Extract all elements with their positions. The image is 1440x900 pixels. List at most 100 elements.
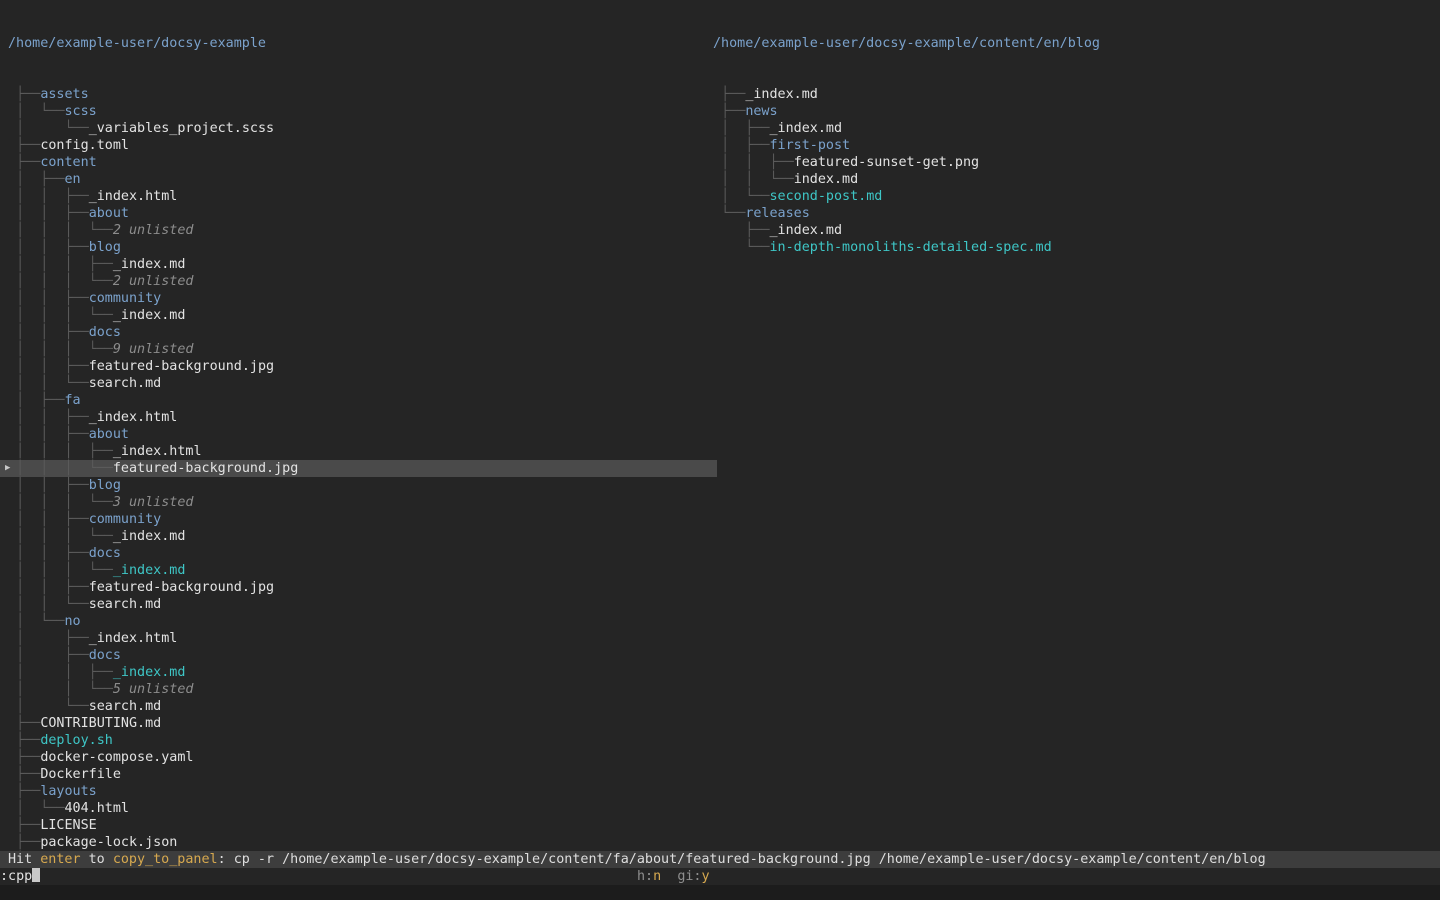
- status-keyword: enter: [40, 852, 80, 867]
- tree-row[interactable]: ├──package-lock.json: [0, 834, 711, 851]
- tree-row[interactable]: ├──LICENSE: [0, 817, 711, 834]
- tree-row[interactable]: ├──config.toml: [0, 137, 711, 154]
- command-input-value: :cpp: [0, 869, 32, 884]
- file-name: _index.md: [770, 121, 843, 136]
- tree-row[interactable]: ├──_index.md: [705, 222, 1440, 239]
- tree-row[interactable]: │ │ ├──_index.html: [0, 188, 711, 205]
- tree-branch-prefix: │ │ │ └──: [0, 529, 113, 544]
- tree-row[interactable]: │ │ ├──blog: [0, 239, 711, 256]
- tree-row[interactable]: ├──assets: [0, 86, 711, 103]
- tree-branch-prefix: │ │ ├──: [0, 240, 89, 255]
- tree-row[interactable]: ├──news: [705, 103, 1440, 120]
- tree-row[interactable]: │ ├──en: [0, 171, 711, 188]
- dir-name: about: [89, 206, 129, 221]
- tree-branch-prefix: │ │ ├──: [0, 189, 89, 204]
- tree-row[interactable]: │ │ │ └──2 unlisted: [0, 222, 711, 239]
- file-name: docker-compose.yaml: [40, 750, 193, 765]
- tree-row[interactable]: │ │ ├──community: [0, 511, 711, 528]
- tree-row[interactable]: │ │ └──search.md: [0, 596, 711, 613]
- tree-row[interactable]: │ └──404.html: [0, 800, 711, 817]
- file-name: package-lock.json: [40, 835, 177, 850]
- tree-row[interactable]: │ │ └──5 unlisted: [0, 681, 711, 698]
- tree-branch-prefix: │ └──: [0, 614, 65, 629]
- tree-row[interactable]: │ │ ├──featured-background.jpg: [0, 579, 711, 596]
- tree-branch-prefix: │ │ │ └──: [0, 223, 113, 238]
- file-name: featured-background.jpg: [113, 461, 298, 476]
- file-name: second-post.md: [770, 189, 883, 204]
- tree-row[interactable]: │ │ ├──docs: [0, 545, 711, 562]
- tree-branch-prefix: ├──: [0, 835, 40, 850]
- tree-row[interactable]: │ └──no: [0, 613, 711, 630]
- tree-row[interactable]: ├──layouts: [0, 783, 711, 800]
- tree-branch-prefix: │ │ │ └──: [0, 308, 113, 323]
- tree-row[interactable]: ├──deploy.sh: [0, 732, 711, 749]
- file-name: _index.md: [770, 223, 843, 238]
- tree-row[interactable]: ├──content: [0, 154, 711, 171]
- tree-row[interactable]: │ │ ├──featured-background.jpg: [0, 358, 711, 375]
- tree-row[interactable]: │ │ │ ├──_index.md: [0, 256, 711, 273]
- file-name: _index.md: [113, 665, 186, 680]
- tree-branch-prefix: │ │ │ └──: [0, 461, 113, 476]
- command-input[interactable]: :cpp: [0, 868, 1440, 885]
- tree-row[interactable]: ├──_index.md: [705, 86, 1440, 103]
- dir-name: blog: [89, 240, 121, 255]
- tree-row[interactable]: │ │ │ └──9 unlisted: [0, 341, 711, 358]
- left-panel-root-path: /home/example-user/docsy-example: [0, 35, 711, 52]
- tree-row[interactable]: │ │ │ └──_index.md: [0, 528, 711, 545]
- tree-row[interactable]: │ ├──fa: [0, 392, 711, 409]
- tree-row[interactable]: ├──CONTRIBUTING.md: [0, 715, 711, 732]
- tree-row[interactable]: │ │ ├──blog: [0, 477, 711, 494]
- file-name: search.md: [89, 699, 162, 714]
- tree-row[interactable]: │ ├──_index.md: [705, 120, 1440, 137]
- tree-row[interactable]: └──in-depth-monoliths-detailed-spec.md: [705, 239, 1440, 256]
- tree-row[interactable]: └──releases: [705, 205, 1440, 222]
- tree-row[interactable]: │ │ │ ├──_index.html: [0, 443, 711, 460]
- tree-row[interactable]: │ │ └──search.md: [0, 375, 711, 392]
- status-bar: Hit enter to copy_to_panel: cp -r /home/…: [0, 851, 1440, 868]
- tree-row[interactable]: │ └──search.md: [0, 698, 711, 715]
- tree-row[interactable]: │ │ │ └──2 unlisted: [0, 273, 711, 290]
- broot-terminal-screen: /home/example-user/docsy-example ├──asse…: [0, 0, 1440, 900]
- tree-branch-prefix: │ ├──: [0, 172, 65, 187]
- tree-row[interactable]: ├──Dockerfile: [0, 766, 711, 783]
- tree-row[interactable]: │ │ │ └──3 unlisted: [0, 494, 711, 511]
- tree-branch-prefix: │ │ ├──: [0, 512, 89, 527]
- tree-row[interactable]: │ ├──docs: [0, 647, 711, 664]
- unlisted-count: 2 unlisted: [113, 274, 194, 289]
- text-cursor: [32, 868, 40, 882]
- tree-branch-prefix: │ ├──: [0, 393, 65, 408]
- tree-row[interactable]: │ └──second-post.md: [705, 188, 1440, 205]
- file-name: config.toml: [40, 138, 129, 153]
- status-text: to: [81, 852, 113, 867]
- selection-arrow-icon: ▶: [5, 460, 10, 477]
- tree-branch-prefix: ├──: [0, 733, 40, 748]
- tree-row[interactable]: │ │ │ └──_index.md: [0, 307, 711, 324]
- tree-row[interactable]: │ │ ├──_index.html: [0, 409, 711, 426]
- dir-name: blog: [89, 478, 121, 493]
- tree-branch-prefix: ├──: [0, 784, 40, 799]
- tree-branch-prefix: │ │ ├──: [705, 155, 794, 170]
- tree-row[interactable]: │ │ ├──community: [0, 290, 711, 307]
- tree-row[interactable]: │ │ ├──about: [0, 205, 711, 222]
- tree-row[interactable]: │ │ └──index.md: [705, 171, 1440, 188]
- tree-row[interactable]: │ ├──first-post: [705, 137, 1440, 154]
- file-name: _index.html: [89, 189, 178, 204]
- tree-row[interactable]: │ │ ├──about: [0, 426, 711, 443]
- tree-row[interactable]: │ │ │ └──_index.md: [0, 562, 711, 579]
- tree-row[interactable]: ├──docker-compose.yaml: [0, 749, 711, 766]
- file-name: _index.md: [745, 87, 818, 102]
- tree-branch-prefix: │ │ └──: [0, 376, 89, 391]
- dir-name: releases: [745, 206, 810, 221]
- tree-row[interactable]: │ ├──_index.html: [0, 630, 711, 647]
- file-name: CONTRIBUTING.md: [40, 716, 161, 731]
- tree-row-selected[interactable]: ▶ │ │ │ └──featured-background.jpg: [0, 460, 717, 477]
- tree-row[interactable]: │ │ ├──featured-sunset-get.png: [705, 154, 1440, 171]
- left-tree-rows: ├──assets │ └──scss │ └──_variables_proj…: [0, 86, 711, 900]
- tree-row[interactable]: │ │ ├──_index.md: [0, 664, 711, 681]
- tree-row[interactable]: │ └──_variables_project.scss: [0, 120, 711, 137]
- tree-row[interactable]: │ │ ├──docs: [0, 324, 711, 341]
- tree-row[interactable]: │ └──scss: [0, 103, 711, 120]
- tree-branch-prefix: │ └──: [0, 699, 89, 714]
- tree-branch-prefix: ├──: [0, 750, 40, 765]
- tree-branch-prefix: ├──: [0, 716, 40, 731]
